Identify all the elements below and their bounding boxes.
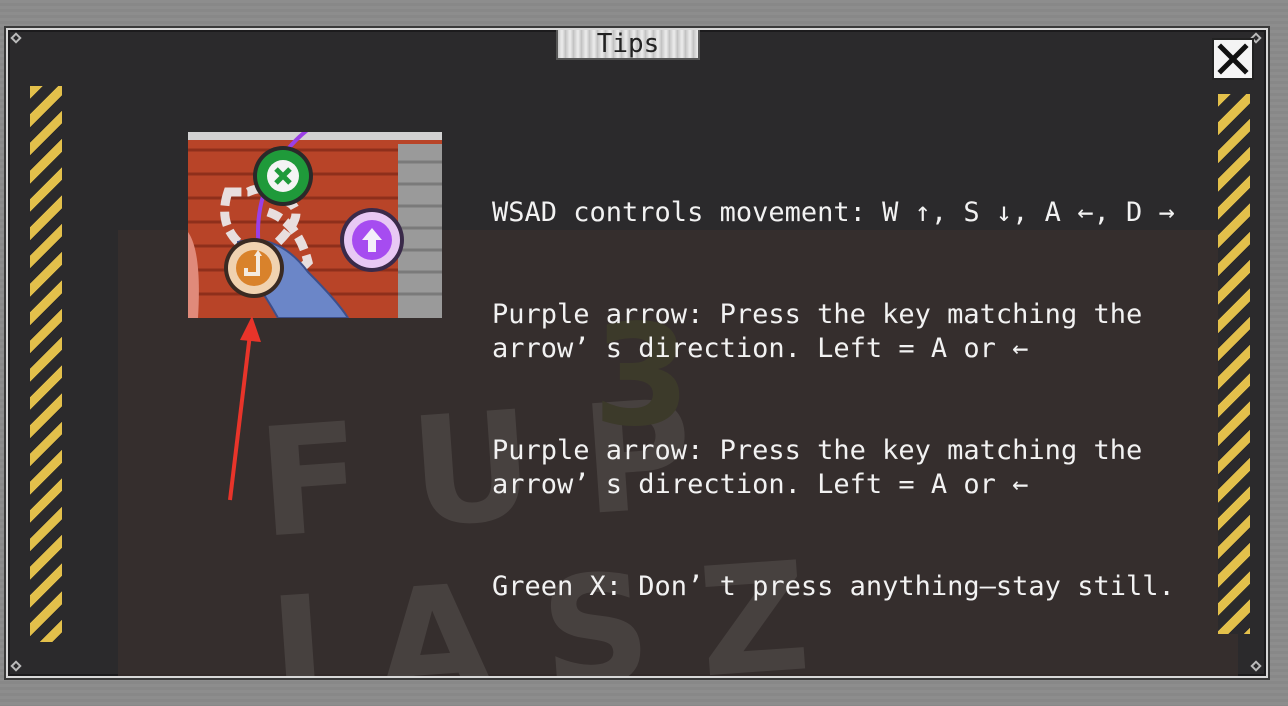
red-annotation-arrow: [228, 316, 261, 501]
